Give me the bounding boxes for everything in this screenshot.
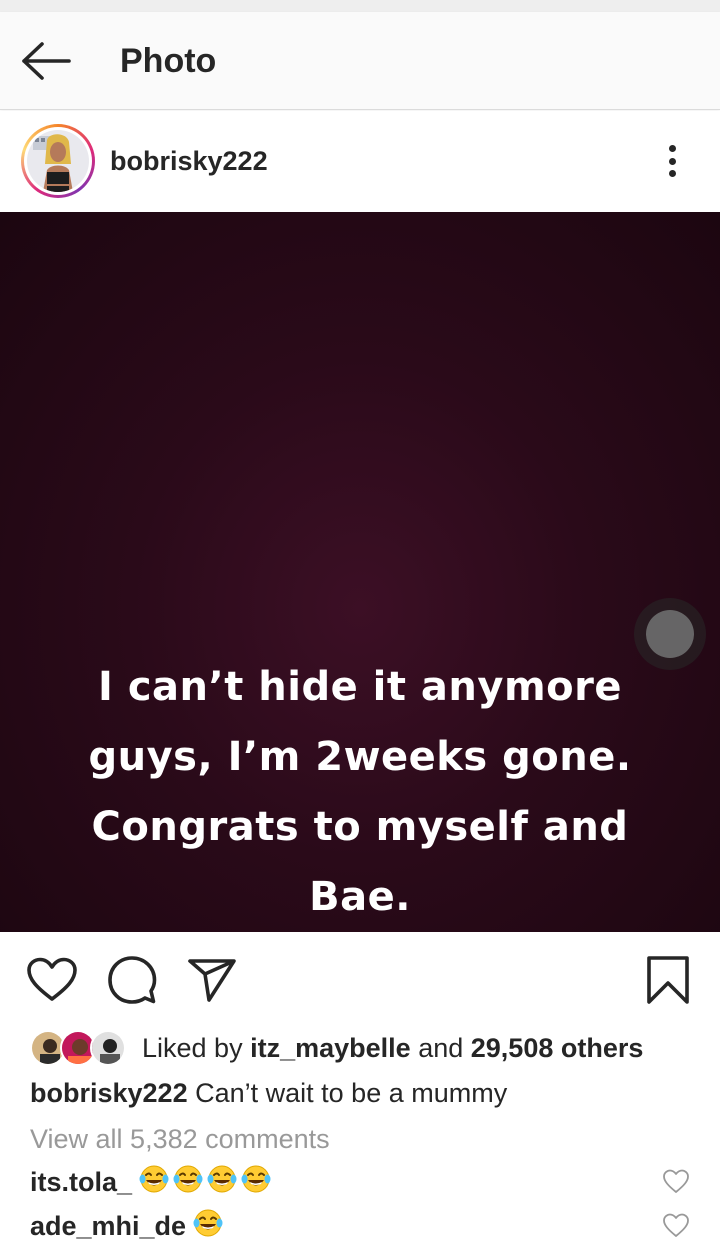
save-button[interactable] — [640, 952, 696, 1008]
comment-item: ade_mhi_de — [30, 1206, 710, 1243]
arrow-left-icon — [22, 42, 71, 80]
comment-button[interactable] — [104, 952, 160, 1008]
comment-emojis — [192, 1207, 226, 1243]
touch-indicator — [634, 598, 706, 670]
first-liker-link[interactable]: itz_maybelle — [250, 1033, 411, 1063]
heart-icon — [27, 957, 77, 1001]
comment-username[interactable]: ade_mhi_de — [30, 1211, 186, 1242]
face-with-tears-of-joy-icon — [173, 1165, 203, 1192]
comment-bubble-icon — [108, 956, 157, 1004]
post-image[interactable]: I can’t hide it anymore guys, I’m 2weeks… — [0, 212, 720, 932]
avatar-image — [27, 130, 89, 192]
avatar[interactable] — [21, 124, 95, 198]
post-username[interactable]: bobrisky222 — [110, 146, 268, 177]
comment-heart-icon[interactable] — [662, 1212, 690, 1240]
post-image-line: I can’t hide it anymore — [98, 664, 622, 710]
likes-count-link[interactable]: 29,508 others — [471, 1033, 644, 1063]
paper-plane-icon — [188, 959, 236, 1002]
face-with-tears-of-joy-icon — [207, 1165, 237, 1192]
post-image-text: I can’t hide it anymore guys, I’m 2weeks… — [40, 652, 680, 932]
comment-heart-icon[interactable] — [662, 1168, 690, 1196]
face-with-tears-of-joy-icon — [241, 1165, 271, 1192]
more-options-button[interactable] — [652, 139, 692, 183]
caption-username[interactable]: bobrisky222 — [30, 1078, 188, 1108]
more-vertical-icon — [668, 145, 676, 152]
post-image-line: Bae. — [309, 874, 411, 920]
likes-row[interactable]: Liked by itz_maybelle and 29,508 others — [30, 1026, 643, 1070]
bookmark-icon — [647, 956, 689, 1004]
post-actions — [0, 932, 720, 1022]
like-button[interactable] — [24, 952, 80, 1008]
face-with-tears-of-joy-icon — [139, 1165, 169, 1192]
face-with-tears-of-joy-icon — [193, 1209, 223, 1236]
comment-item: its.tola_ — [30, 1162, 710, 1202]
liker-avatars — [30, 1028, 128, 1068]
post-image-line: Congrats to myself and — [91, 804, 629, 850]
post-header: bobrisky222 — [0, 111, 720, 212]
likes-and: and — [418, 1032, 464, 1063]
back-button[interactable] — [20, 40, 76, 82]
comment-emojis — [138, 1163, 274, 1202]
status-strip — [0, 0, 720, 12]
post-caption: bobrisky222 Can’t wait to be a mummy — [30, 1078, 507, 1109]
share-button[interactable] — [184, 952, 240, 1008]
likes-prefix: Liked by — [142, 1032, 243, 1063]
view-all-comments-link[interactable]: View all 5,382 comments — [30, 1124, 330, 1155]
likes-text: Liked by itz_maybelle and 29,508 others — [142, 1033, 643, 1064]
post-image-line: guys, I’m 2weeks gone. — [88, 734, 632, 780]
page-title: Photo — [120, 42, 217, 80]
liker-avatar — [90, 1030, 126, 1066]
top-app-bar: Photo — [0, 12, 720, 110]
comment-username[interactable]: its.tola_ — [30, 1167, 132, 1198]
caption-text: Can’t wait to be a mummy — [195, 1078, 508, 1108]
